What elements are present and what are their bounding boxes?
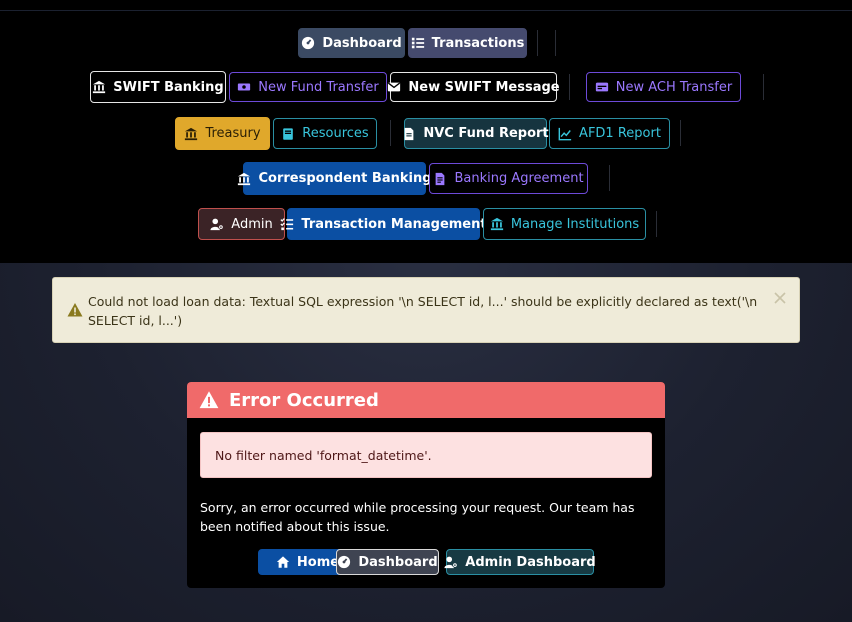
transaction-management-button[interactable]: Transaction Management xyxy=(280,208,487,240)
error-detail: No filter named 'format_datetime'. xyxy=(200,432,652,478)
treasury-button[interactable]: Treasury xyxy=(175,117,270,150)
chart-line-icon xyxy=(558,127,572,140)
warning-icon xyxy=(67,303,83,317)
nav-separator xyxy=(763,74,764,100)
alert-message: Could not load loan data: Textual SQL ex… xyxy=(88,294,758,328)
top-divider xyxy=(0,10,852,11)
correspondent-banking-button[interactable]: Correspondent Banking xyxy=(238,162,432,195)
warning-icon xyxy=(199,391,219,409)
file-contract-icon xyxy=(436,172,445,185)
error-body-text: Sorry, an error occurred while processin… xyxy=(200,500,635,534)
transactions-button[interactable]: Transactions xyxy=(408,28,527,58)
resources-label: Resources xyxy=(302,126,369,141)
afd1-report-label: AFD1 Report xyxy=(579,126,661,141)
admin-label: Admin xyxy=(231,216,273,232)
nvc-fund-report-button[interactable]: NVC Fund Report xyxy=(404,118,549,149)
new-swift-message-label: New SWIFT Message xyxy=(408,79,560,95)
home-label: Home xyxy=(296,554,340,570)
new-fund-transfer-button[interactable]: New Fund Transfer xyxy=(229,72,387,102)
book-icon xyxy=(283,127,294,140)
new-ach-transfer-button[interactable]: New ACH Transfer xyxy=(586,72,741,102)
transactions-label: Transactions xyxy=(431,35,525,51)
admin-dashboard-button[interactable]: Admin Dashboard xyxy=(444,549,596,575)
dashboard-label: Dashboard xyxy=(358,554,438,570)
bank-icon xyxy=(238,172,251,185)
new-fund-transfer-label: New Fund Transfer xyxy=(258,79,379,95)
banking-agreement-label: Banking Agreement xyxy=(454,171,584,186)
bank-icon xyxy=(185,127,198,140)
banking-agreement-button[interactable]: Banking Agreement xyxy=(429,163,588,194)
resources-button[interactable]: Resources xyxy=(273,118,377,149)
nav-separator xyxy=(680,120,681,146)
gauge-icon xyxy=(302,36,315,50)
envelope-icon xyxy=(388,82,401,92)
nav-separator xyxy=(656,211,657,237)
card-icon xyxy=(595,82,608,92)
nvc-fund-report-label: NVC Fund Report xyxy=(423,126,549,141)
nav-separator xyxy=(609,165,610,191)
top-navigation: Dashboard Transactions SWIFT Banking New… xyxy=(0,0,852,263)
nav-separator xyxy=(555,30,556,56)
transaction-management-label: Transaction Management xyxy=(301,216,487,232)
admin-button[interactable]: Admin xyxy=(198,208,285,240)
swift-banking-label: SWIFT Banking xyxy=(113,79,224,95)
money-icon xyxy=(238,83,251,91)
new-ach-transfer-label: New ACH Transfer xyxy=(615,79,733,95)
error-card: Error Occurred No filter named 'format_d… xyxy=(187,382,665,588)
nav-separator xyxy=(390,120,391,146)
dashboard-button[interactable]: Dashboard xyxy=(298,28,405,58)
correspondent-banking-label: Correspondent Banking xyxy=(258,171,432,186)
list-icon xyxy=(411,37,424,49)
manage-institutions-button[interactable]: Manage Institutions xyxy=(483,208,646,240)
manage-institutions-label: Manage Institutions xyxy=(510,216,640,232)
home-icon xyxy=(276,556,290,568)
user-gear-icon xyxy=(210,218,224,231)
close-icon[interactable] xyxy=(773,291,787,305)
admin-dashboard-label: Admin Dashboard xyxy=(465,554,596,570)
afd1-report-button[interactable]: AFD1 Report xyxy=(549,118,670,149)
error-detail-text: No filter named 'format_datetime'. xyxy=(215,447,432,463)
user-gear-icon xyxy=(444,556,458,569)
gauge-icon xyxy=(338,555,351,569)
error-title: Error Occurred xyxy=(229,389,379,411)
warning-alert: Could not load loan data: Textual SQL ex… xyxy=(52,277,800,343)
bank-icon xyxy=(93,80,106,94)
swift-banking-button[interactable]: SWIFT Banking xyxy=(90,71,226,103)
nav-separator xyxy=(537,30,538,56)
bank-icon xyxy=(490,217,503,231)
nav-separator xyxy=(569,74,570,100)
dashboard-button[interactable]: Dashboard xyxy=(336,549,439,575)
file-icon xyxy=(404,127,414,140)
dashboard-label: Dashboard xyxy=(322,35,402,51)
list-check-icon xyxy=(280,218,294,231)
new-swift-message-button[interactable]: New SWIFT Message xyxy=(388,72,560,102)
treasury-label: Treasury xyxy=(205,126,261,141)
error-card-header: Error Occurred xyxy=(187,382,665,418)
